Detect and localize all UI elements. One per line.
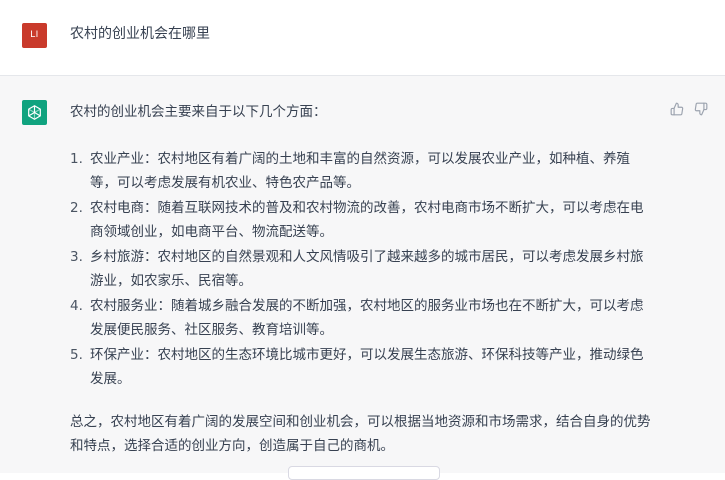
list-item-number: 2. xyxy=(70,199,83,216)
list-item: 4. 农村服务业：随着城乡融合发展的不断加强，农村地区的服务业市场也在不断扩大，可… xyxy=(70,294,655,343)
user-question: 农村的创业机会在哪里 xyxy=(70,26,210,42)
assistant-message-row: 农村的创业机会主要来自于以下几个方面： 1. 农业产业：农村地区有着广阔的土地和丰… xyxy=(0,76,725,473)
list-item: 5. 环保产业：农村地区的生态环境比城市更好，可以发展生态旅游、环保科技等产业，推… xyxy=(70,343,655,392)
answer-intro: 农村的创业机会主要来自于以下几个方面： xyxy=(70,104,327,120)
assistant-avatar xyxy=(22,100,47,125)
list-item: 1. 农业产业：农村地区有着广阔的土地和丰富的自然资源，可以发展农业产业，如种植、… xyxy=(70,147,655,196)
thumbs-down-icon[interactable] xyxy=(694,102,708,116)
list-item-text: 环保产业：农村地区的生态环境比城市更好，可以发展生态旅游、环保科技等产业，推动绿… xyxy=(90,346,644,388)
user-message-row: LI 农村的创业机会在哪里 xyxy=(0,0,725,76)
regenerate-button-edge[interactable] xyxy=(288,466,440,480)
list-item-text: 农业产业：农村地区有着广阔的土地和丰富的自然资源，可以发展农业产业，如种植、养殖… xyxy=(90,150,630,192)
list-item-number: 1. xyxy=(70,150,83,167)
list-item-text: 农村电商：随着互联网技术的普及和农村物流的改善，农村电商市场不断扩大，可以考虑在… xyxy=(90,199,644,241)
list-item-number: 4. xyxy=(70,297,83,314)
thumbs-up-icon[interactable] xyxy=(670,102,684,116)
list-item: 2. 农村电商：随着互联网技术的普及和农村物流的改善，农村电商市场不断扩大，可以考… xyxy=(70,196,655,245)
list-item: 3. 乡村旅游：农村地区的自然景观和人文风情吸引了越来越多的城市居民，可以考虑发展… xyxy=(70,245,655,294)
list-item-text: 农村服务业：随着城乡融合发展的不断加强，农村地区的服务业市场也在不断扩大，可以考… xyxy=(90,297,644,339)
answer-conclusion: 总之，农村地区有着广阔的发展空间和创业机会，可以根据当地资源和市场需求，结合自身… xyxy=(70,413,651,455)
answer-list: 1. 农业产业：农村地区有着广阔的土地和丰富的自然资源，可以发展农业产业，如种植、… xyxy=(70,147,655,392)
user-avatar: LI xyxy=(22,23,47,48)
list-item-number: 5. xyxy=(70,346,83,363)
list-item-text: 乡村旅游：农村地区的自然景观和人文风情吸引了越来越多的城市居民，可以考虑发展乡村… xyxy=(90,248,644,290)
list-item-number: 3. xyxy=(70,248,83,265)
assistant-answer: 农村的创业机会主要来自于以下几个方面： 1. 农业产业：农村地区有着广阔的土地和丰… xyxy=(70,100,655,459)
openai-logo-icon xyxy=(28,105,41,120)
